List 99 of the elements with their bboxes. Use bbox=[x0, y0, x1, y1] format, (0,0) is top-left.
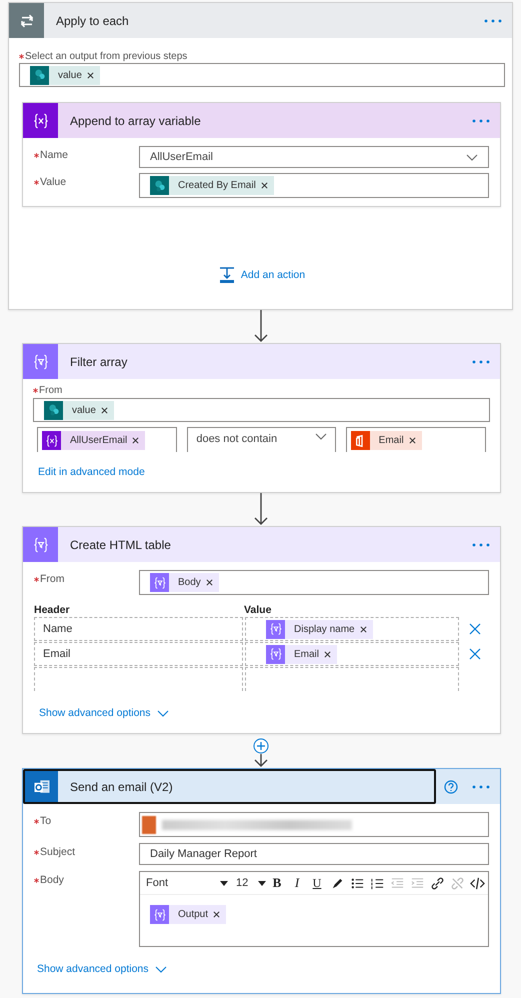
chevron-icon bbox=[314, 433, 327, 440]
logo-icon bbox=[350, 431, 370, 450]
card-title: Apply to each bbox=[56, 14, 129, 28]
chevron-icon bbox=[154, 966, 166, 972]
filter-icon bbox=[266, 620, 285, 638]
value-input[interactable] bbox=[245, 667, 459, 691]
field-label: Subject bbox=[40, 846, 76, 858]
more-icon[interactable] bbox=[472, 784, 490, 788]
unlink-icon bbox=[450, 876, 464, 890]
card-header[interactable]: Apply to each bbox=[9, 3, 512, 38]
from-field[interactable]: Body bbox=[139, 570, 489, 595]
outdent-icon bbox=[390, 876, 404, 890]
italic-button[interactable]: I bbox=[288, 874, 306, 892]
header-input[interactable]: Name bbox=[34, 617, 243, 641]
operator-dropdown[interactable]: does not contain bbox=[187, 427, 336, 452]
token-chip[interactable]: value bbox=[44, 400, 114, 420]
field-label: Name bbox=[40, 149, 68, 161]
from-field[interactable]: value bbox=[33, 398, 490, 422]
output-field[interactable]: value bbox=[19, 63, 505, 87]
card-title: Filter array bbox=[70, 354, 128, 368]
field-label: Body bbox=[40, 874, 64, 886]
dots-icon bbox=[150, 176, 169, 195]
token-chip[interactable]: Email bbox=[350, 431, 422, 450]
more-icon[interactable] bbox=[472, 118, 490, 122]
code-icon bbox=[470, 876, 484, 890]
remove-icon[interactable] bbox=[100, 406, 108, 414]
remove-icon[interactable] bbox=[206, 579, 213, 586]
add-step-icon bbox=[218, 267, 235, 283]
column-header: Value bbox=[244, 604, 272, 616]
chevron-icon bbox=[156, 710, 168, 716]
caret-icon bbox=[258, 880, 266, 886]
advanced-mode-link[interactable]: Edit in advanced mode bbox=[38, 466, 145, 478]
filter-icon bbox=[150, 573, 169, 592]
remove-icon[interactable] bbox=[260, 182, 268, 189]
value-input[interactable]: Display name bbox=[245, 617, 459, 641]
indent-icon bbox=[410, 876, 424, 890]
variable-icon bbox=[42, 431, 61, 450]
add-action-link[interactable]: Add an action bbox=[218, 267, 306, 283]
header-input[interactable] bbox=[34, 667, 243, 691]
more-icon[interactable] bbox=[472, 360, 490, 364]
token-chip[interactable]: Body bbox=[150, 573, 219, 592]
left-operand-field[interactable]: AllUserEmail bbox=[37, 427, 178, 452]
connector-arrow bbox=[252, 310, 268, 343]
right-operand-field[interactable]: Email bbox=[346, 427, 486, 452]
field-label: To bbox=[40, 815, 52, 827]
remove-icon[interactable] bbox=[213, 911, 220, 918]
add-step-button[interactable] bbox=[252, 738, 268, 754]
remove-icon[interactable] bbox=[324, 650, 332, 658]
card-header[interactable]: Create HTML table bbox=[23, 527, 500, 562]
token-chip[interactable]: AllUserEmail bbox=[42, 431, 146, 450]
size-dropdown[interactable]: 12 bbox=[236, 877, 266, 889]
more-icon[interactable] bbox=[472, 542, 490, 546]
header-input[interactable]: Email bbox=[34, 642, 243, 666]
value-field[interactable]: Created By Email bbox=[139, 173, 489, 198]
advanced-options-link[interactable]: Show advanced options bbox=[37, 963, 148, 975]
connector-arrow bbox=[252, 754, 268, 768]
chevron-icon bbox=[466, 154, 478, 160]
token-chip[interactable]: value bbox=[30, 66, 100, 84]
delete-row-icon[interactable] bbox=[469, 648, 481, 660]
filter-icon bbox=[150, 905, 169, 924]
card-header[interactable]: Send an email (V2) bbox=[23, 769, 500, 804]
remove-icon[interactable] bbox=[360, 626, 367, 632]
font-dropdown[interactable]: Font bbox=[144, 877, 234, 889]
delete-row-icon[interactable] bbox=[469, 623, 481, 635]
token-chip[interactable]: Output bbox=[150, 905, 226, 924]
bullet-list-icon bbox=[350, 876, 364, 890]
value-input[interactable]: Email bbox=[245, 642, 459, 666]
name-dropdown[interactable]: AllUserEmail bbox=[139, 146, 489, 168]
advanced-options-link[interactable]: Show advanced options bbox=[39, 707, 150, 719]
token-chip[interactable]: Email bbox=[266, 644, 338, 664]
field-label: From bbox=[39, 385, 62, 396]
connector-arrow bbox=[252, 493, 268, 526]
token-chip[interactable]: Display name bbox=[266, 620, 373, 638]
link-icon bbox=[430, 876, 444, 890]
card-header[interactable]: Filter array bbox=[23, 344, 500, 379]
more-icon[interactable] bbox=[484, 18, 502, 22]
help-icon[interactable] bbox=[444, 780, 458, 794]
body-editor[interactable]: Font 12 B I U Output bbox=[139, 871, 489, 947]
card-title: Send an email (V2) bbox=[70, 780, 173, 794]
caret-icon bbox=[220, 880, 228, 886]
token-chip[interactable]: Created By Email bbox=[150, 176, 274, 195]
column-header: Header bbox=[34, 604, 71, 616]
filter-icon bbox=[266, 644, 285, 664]
field-label: Value bbox=[40, 176, 66, 188]
remove-icon[interactable] bbox=[408, 437, 416, 444]
field-label: From bbox=[40, 573, 64, 585]
remove-icon[interactable] bbox=[132, 437, 140, 444]
subject-field[interactable]: Daily Manager Report bbox=[139, 843, 489, 865]
card-header[interactable]: Append to array variable bbox=[23, 103, 500, 138]
dots-icon bbox=[30, 66, 49, 84]
to-field[interactable] bbox=[139, 812, 489, 837]
card-title: Create HTML table bbox=[70, 538, 171, 552]
bold-button[interactable]: B bbox=[268, 874, 286, 892]
field-label: Select an output from previous steps bbox=[25, 51, 188, 62]
remove-icon[interactable] bbox=[86, 72, 94, 78]
card-title: Append to array variable bbox=[70, 114, 201, 128]
underline-button[interactable]: U bbox=[308, 874, 326, 892]
dots-icon bbox=[44, 400, 63, 420]
mail-icon bbox=[25, 771, 58, 802]
